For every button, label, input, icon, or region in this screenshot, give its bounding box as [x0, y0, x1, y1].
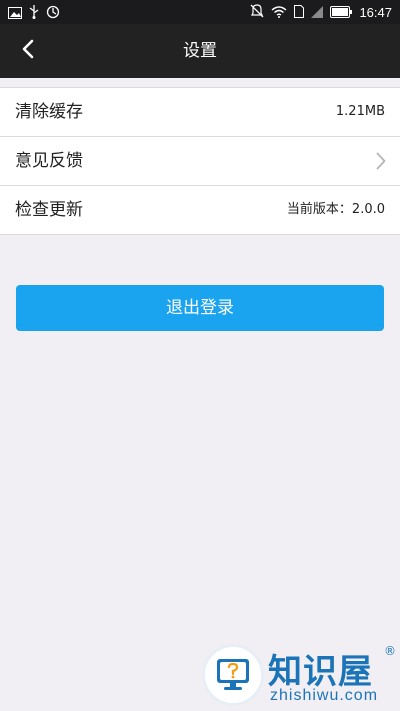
check-update-label: 检查更新 — [15, 200, 83, 220]
monitor-question-icon — [217, 659, 249, 690]
watermark: 知识屋 ® zhishiwu.com — [192, 640, 400, 711]
clear-cache-row[interactable]: 清除缓存 1.21MB — [0, 88, 400, 137]
feedback-row[interactable]: 意见反馈 — [0, 137, 400, 186]
watermark-url: zhishiwu.com — [270, 687, 379, 704]
check-update-row[interactable]: 检查更新 当前版本：2.0.0 — [0, 186, 400, 235]
page-title: 设置 — [183, 41, 217, 61]
status-left-icons — [8, 4, 60, 23]
nav-bar: 设置 — [0, 24, 400, 78]
status-time: 16:47 — [359, 4, 392, 20]
mute-vibrate-icon — [250, 3, 264, 22]
wifi-icon — [271, 3, 287, 22]
image-icon — [8, 4, 22, 23]
sim-icon — [294, 3, 305, 22]
logout-button[interactable]: 退出登录 — [16, 285, 384, 331]
version-value: 当前版本：2.0.0 — [286, 202, 385, 217]
battery-icon — [330, 3, 353, 22]
chevron-right-icon — [376, 152, 386, 174]
registered-mark: ® — [384, 644, 396, 658]
status-bar: 16:47 — [0, 0, 400, 24]
feedback-label: 意见反馈 — [15, 151, 83, 171]
cache-size-value: 1.21MB — [335, 104, 385, 119]
usb-icon — [29, 4, 39, 23]
watermark-logo — [202, 644, 264, 706]
signal-icon — [311, 3, 324, 22]
watermark-brand: 知识屋 — [268, 652, 373, 692]
status-right-icons: 16:47 — [250, 3, 392, 22]
sync-icon — [46, 4, 60, 23]
settings-list: 清除缓存 1.21MB 意见反馈 检查更新 当前版本：2.0.0 — [0, 87, 400, 235]
clear-cache-label: 清除缓存 — [15, 102, 83, 122]
